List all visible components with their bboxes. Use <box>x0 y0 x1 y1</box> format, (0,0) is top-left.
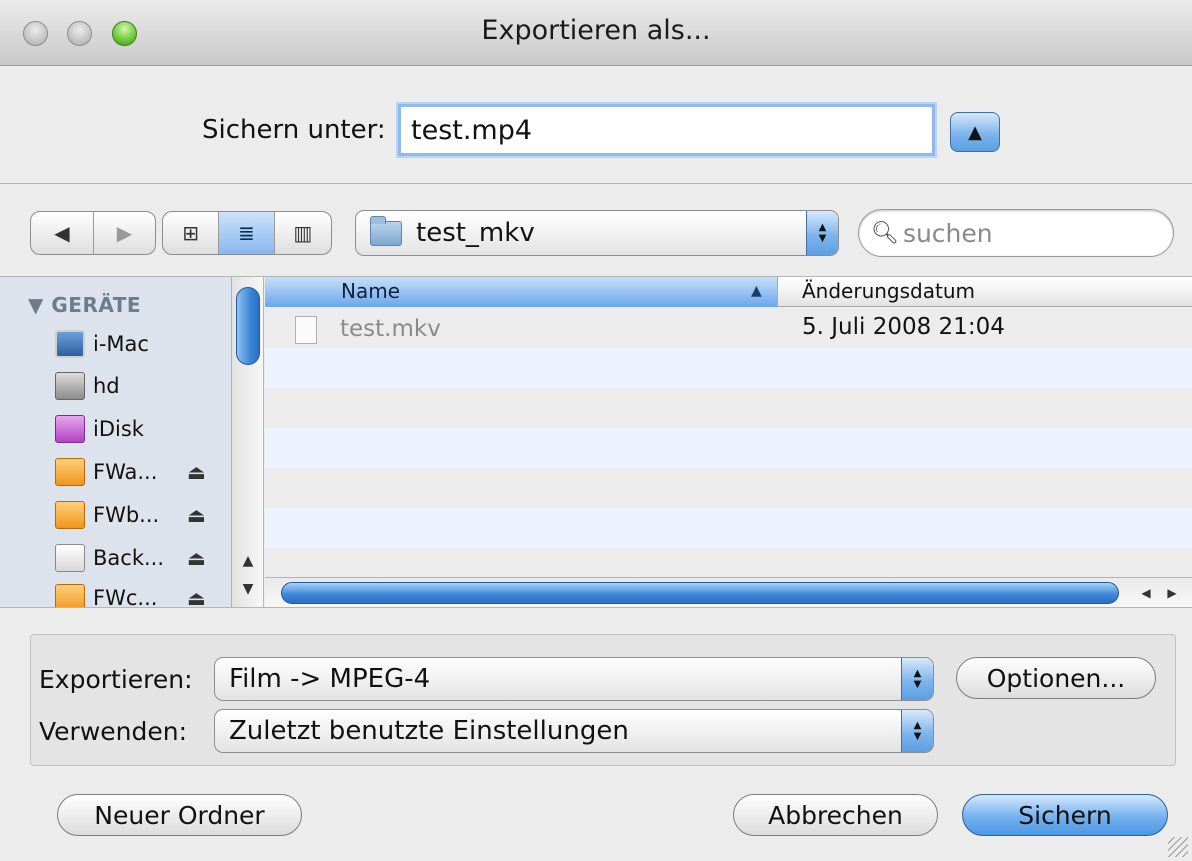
column-header-name[interactable]: Name ▲ <box>265 277 778 307</box>
file-list: Name ▲ Änderungsdatum test.mkv 5. Juli 2… <box>265 277 1192 577</box>
icon-grid-icon: ⊞ <box>182 221 200 245</box>
location-folder-label: test_mkv <box>416 218 535 248</box>
back-forward-control: ◀ ▶ <box>30 211 156 255</box>
idisk-icon <box>55 415 85 443</box>
export-format-popup[interactable]: Film -> MPEG-4 ▲ ▼ <box>214 657 934 701</box>
sidebar-item-fwc[interactable]: FWc... ⏏ <box>55 581 206 607</box>
popup-arrows-icon: ▲ ▼ <box>806 211 838 255</box>
folder-icon <box>370 215 402 246</box>
columns-icon: ▥ <box>293 221 313 245</box>
sidebar-item-fwb[interactable]: FWb... ⏏ <box>55 498 206 532</box>
eject-icon[interactable]: ⏏ <box>187 586 206 607</box>
expand-dialog-button[interactable]: ▲ <box>950 112 1000 152</box>
triangle-up-icon: ▲ <box>968 121 982 143</box>
cancel-button[interactable]: Abbrechen <box>733 794 938 836</box>
popup-arrows-icon: ▲ ▼ <box>901 710 933 752</box>
export-dialog: Exportieren als... Sichern unter: ▲ ◀ ▶ … <box>0 0 1192 861</box>
forward-button[interactable]: ▶ <box>93 212 155 254</box>
table-row <box>265 428 1192 468</box>
view-columns-button[interactable]: ▥ <box>273 212 331 254</box>
sidebar-item-label: Back... <box>93 546 165 570</box>
document-icon <box>295 316 317 344</box>
sidebar-item-label: FWa... <box>93 460 158 484</box>
view-icons-button[interactable]: ⊞ <box>163 212 218 254</box>
sidebar-item-label: hd <box>93 374 120 398</box>
sidebar-item-label: i-Mac <box>93 332 149 356</box>
back-button[interactable]: ◀ <box>31 212 93 254</box>
list-icon: ≣ <box>238 221 255 245</box>
search-field[interactable]: 🔍︎ <box>858 209 1174 257</box>
scroll-left-button[interactable]: ◀ <box>1135 582 1157 604</box>
eject-icon[interactable]: ⏏ <box>187 503 206 527</box>
sidebar: ▼ GERÄTE i-Mac hd iDisk FWa... ⏏ FWb... … <box>0 277 232 607</box>
settings-value: Zuletzt benutzte Einstellungen <box>229 716 629 746</box>
scrollbar-thumb[interactable] <box>281 582 1119 604</box>
view-mode-control: ⊞ ≣ ▥ <box>162 211 332 255</box>
table-row <box>265 508 1192 548</box>
eject-icon[interactable]: ⏏ <box>187 546 206 570</box>
sidebar-section-devices[interactable]: ▼ GERÄTE <box>28 293 141 317</box>
firewire-drive-icon <box>55 584 85 607</box>
column-header-bar: Name ▲ Änderungsdatum <box>265 277 1192 307</box>
table-row[interactable]: test.mkv 5. Juli 2008 21:04 <box>265 308 1192 348</box>
export-format-value: Film -> MPEG-4 <box>229 664 431 694</box>
window-title: Exportieren als... <box>481 15 711 46</box>
firewire-drive-icon <box>55 501 85 529</box>
view-list-button[interactable]: ≣ <box>218 212 274 254</box>
imac-icon <box>55 330 85 358</box>
resize-grip-icon[interactable] <box>1168 837 1188 857</box>
table-row <box>265 468 1192 508</box>
sidebar-item-idisk[interactable]: iDisk <box>55 412 144 446</box>
sidebar-item-label: FWb... <box>93 503 160 527</box>
hard-drive-icon <box>55 372 85 400</box>
table-row <box>265 348 1192 388</box>
sidebar-scrollbar[interactable]: ▲ ▼ <box>232 277 264 607</box>
file-date: 5. Juli 2008 21:04 <box>802 314 1005 340</box>
export-options-box: Exportieren: Film -> MPEG-4 ▲ ▼ Optionen.… <box>30 634 1176 766</box>
scroll-right-button[interactable]: ▶ <box>1161 582 1183 604</box>
table-row <box>265 548 1192 577</box>
sort-ascending-icon: ▲ <box>751 283 762 299</box>
export-label: Exportieren: <box>39 665 193 694</box>
file-list-horizontal-scrollbar[interactable]: ◀ ▶ <box>265 577 1192 607</box>
location-popup[interactable]: test_mkv ▲ ▼ <box>355 210 839 256</box>
save-as-label: Sichern unter: <box>202 115 386 145</box>
new-folder-button[interactable]: Neuer Ordner <box>57 794 302 836</box>
search-icon: 🔍︎ <box>871 220 899 246</box>
scroll-up-button[interactable]: ▲ <box>236 549 260 573</box>
firewire-drive-icon <box>55 458 85 486</box>
use-label: Verwenden: <box>39 717 188 746</box>
disclosure-triangle-icon: ▼ <box>28 293 44 317</box>
title-bar: Exportieren als... <box>0 0 1192 66</box>
arrow-left-icon: ◀ <box>54 221 70 245</box>
settings-popup[interactable]: Zuletzt benutzte Einstellungen ▲ ▼ <box>214 709 934 753</box>
sidebar-item-backup[interactable]: Back... ⏏ <box>55 541 206 575</box>
options-button[interactable]: Optionen... <box>956 657 1156 699</box>
save-as-input[interactable] <box>398 104 935 156</box>
popup-arrows-icon: ▲ ▼ <box>901 658 933 700</box>
search-input[interactable] <box>902 218 1143 248</box>
divider <box>0 183 1192 184</box>
table-row <box>265 388 1192 428</box>
file-name: test.mkv <box>340 316 441 342</box>
eject-icon[interactable]: ⏏ <box>187 460 206 484</box>
sidebar-item-label: FWc... <box>93 586 158 607</box>
sidebar-item-fwa[interactable]: FWa... ⏏ <box>55 455 206 489</box>
sidebar-item-imac[interactable]: i-Mac <box>55 327 149 361</box>
arrow-right-icon: ▶ <box>116 221 133 245</box>
sidebar-item-hd[interactable]: hd <box>55 369 120 403</box>
backup-drive-icon <box>55 544 85 572</box>
sidebar-item-label: iDisk <box>93 417 144 441</box>
scroll-down-button[interactable]: ▼ <box>236 577 260 601</box>
save-button[interactable]: Sichern <box>962 794 1168 836</box>
column-header-date[interactable]: Änderungsdatum <box>802 279 975 303</box>
scrollbar-thumb[interactable] <box>236 287 260 365</box>
divider <box>0 607 1192 608</box>
